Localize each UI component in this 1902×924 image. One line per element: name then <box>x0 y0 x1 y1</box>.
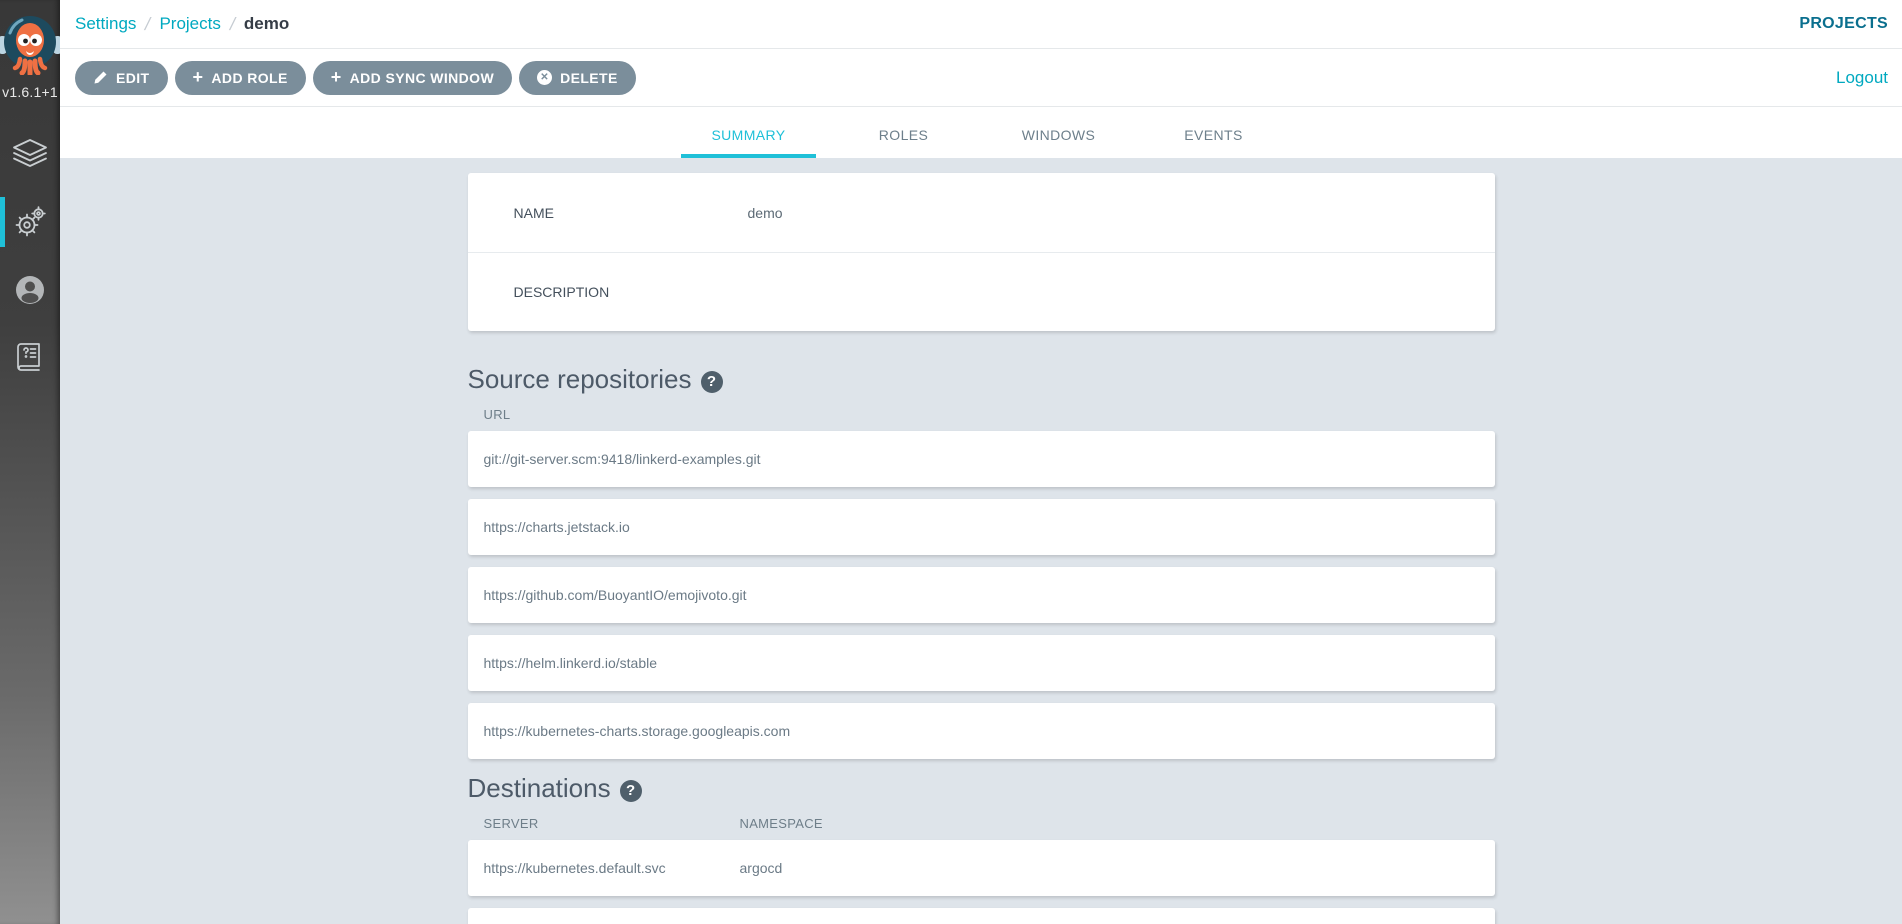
page-title: PROJECTS <box>1799 15 1888 33</box>
destination-row[interactable]: https://kubernetes.default.svc argocd <box>468 840 1495 896</box>
user-icon <box>14 274 46 306</box>
repo-url: https://helm.linkerd.io/stable <box>484 655 658 671</box>
sidebar: v1.6.1+1 <box>0 0 60 924</box>
summary-card: NAME demo DESCRIPTION <box>468 173 1495 331</box>
logout-link[interactable]: Logout <box>1836 68 1888 88</box>
destinations-table-header: SERVER NAMESPACE <box>468 816 1495 833</box>
app-version: v1.6.1+1 <box>0 84 60 100</box>
repo-row[interactable]: https://charts.jetstack.io <box>468 499 1495 555</box>
sidebar-item-documentation[interactable] <box>0 324 60 392</box>
tab-events[interactable]: EVENTS <box>1136 127 1291 158</box>
destination-server: https://kubernetes.default.svc <box>484 860 740 876</box>
destination-namespace: argocd <box>740 860 783 876</box>
main-area: Settings / Projects / demo PROJECTS EDIT… <box>60 0 1902 924</box>
column-header-namespace: NAMESPACE <box>740 816 823 833</box>
book-icon <box>16 342 44 374</box>
name-label: NAME <box>514 205 748 221</box>
button-label: ADD ROLE <box>211 70 287 86</box>
sidebar-nav <box>0 120 60 392</box>
breadcrumb-bar: Settings / Projects / demo PROJECTS <box>60 0 1902 49</box>
column-header-server: SERVER <box>484 816 740 833</box>
pencil-icon <box>93 70 108 85</box>
section-title-text: Destinations <box>468 773 611 804</box>
breadcrumb: Settings / Projects / demo <box>75 14 289 35</box>
button-label: ADD SYNC WINDOW <box>350 70 494 86</box>
add-sync-window-button[interactable]: + ADD SYNC WINDOW <box>313 61 512 95</box>
tab-bar: SUMMARY ROLES WINDOWS EVENTS <box>60 107 1902 158</box>
breadcrumb-separator: / <box>228 14 237 35</box>
breadcrumb-separator: / <box>143 14 152 35</box>
repo-url: https://kubernetes-charts.storage.google… <box>484 723 791 739</box>
tab-roles[interactable]: ROLES <box>826 127 981 158</box>
content-area: NAME demo DESCRIPTION Source repositorie… <box>60 158 1902 924</box>
name-value: demo <box>748 205 783 221</box>
repo-url: git://git-server.scm:9418/linkerd-exampl… <box>484 451 761 467</box>
breadcrumb-link-projects[interactable]: Projects <box>159 14 220 34</box>
tab-summary[interactable]: SUMMARY <box>671 127 826 158</box>
argo-octopus-logo <box>0 9 60 75</box>
toolbar: EDIT + ADD ROLE + ADD SYNC WINDOW ✕ DELE… <box>60 49 1902 107</box>
plus-icon: + <box>193 68 204 86</box>
breadcrumb-current: demo <box>244 14 289 34</box>
repo-url: https://charts.jetstack.io <box>484 519 630 535</box>
layers-icon <box>12 138 48 170</box>
delete-button[interactable]: ✕ DELETE <box>519 61 636 95</box>
field-row-name: NAME demo <box>468 173 1495 252</box>
repo-url: https://github.com/BuoyantIO/emojivoto.g… <box>484 587 747 603</box>
logo-block: v1.6.1+1 <box>0 0 60 100</box>
argocd-app: v1.6.1+1 <box>0 0 1902 924</box>
destination-row[interactable] <box>468 908 1495 924</box>
repo-row[interactable]: https://kubernetes-charts.storage.google… <box>468 703 1495 759</box>
destinations-title: Destinations ? <box>468 773 1495 804</box>
column-header-url: URL <box>484 407 511 424</box>
add-role-button[interactable]: + ADD ROLE <box>175 61 306 95</box>
edit-button[interactable]: EDIT <box>75 61 168 95</box>
section-title-text: Source repositories <box>468 364 692 395</box>
help-icon[interactable]: ? <box>620 780 642 802</box>
help-icon[interactable]: ? <box>701 371 723 393</box>
repo-row[interactable]: https://helm.linkerd.io/stable <box>468 635 1495 691</box>
times-circle-icon: ✕ <box>537 70 552 85</box>
breadcrumb-link-settings[interactable]: Settings <box>75 14 136 34</box>
field-row-description: DESCRIPTION <box>468 252 1495 331</box>
repo-row[interactable]: https://github.com/BuoyantIO/emojivoto.g… <box>468 567 1495 623</box>
active-indicator <box>0 197 5 247</box>
repo-row[interactable]: git://git-server.scm:9418/linkerd-exampl… <box>468 431 1495 487</box>
sidebar-item-user-info[interactable] <box>0 256 60 324</box>
plus-icon: + <box>331 68 342 86</box>
description-label: DESCRIPTION <box>514 284 748 300</box>
button-label: DELETE <box>560 70 618 86</box>
tab-windows[interactable]: WINDOWS <box>981 127 1136 158</box>
button-label: EDIT <box>116 70 150 86</box>
repo-table-header: URL <box>468 407 1495 424</box>
sidebar-item-applications[interactable] <box>0 120 60 188</box>
gear-icon <box>13 205 47 239</box>
source-repositories-title: Source repositories ? <box>468 364 1495 395</box>
sidebar-item-settings[interactable] <box>0 188 60 256</box>
